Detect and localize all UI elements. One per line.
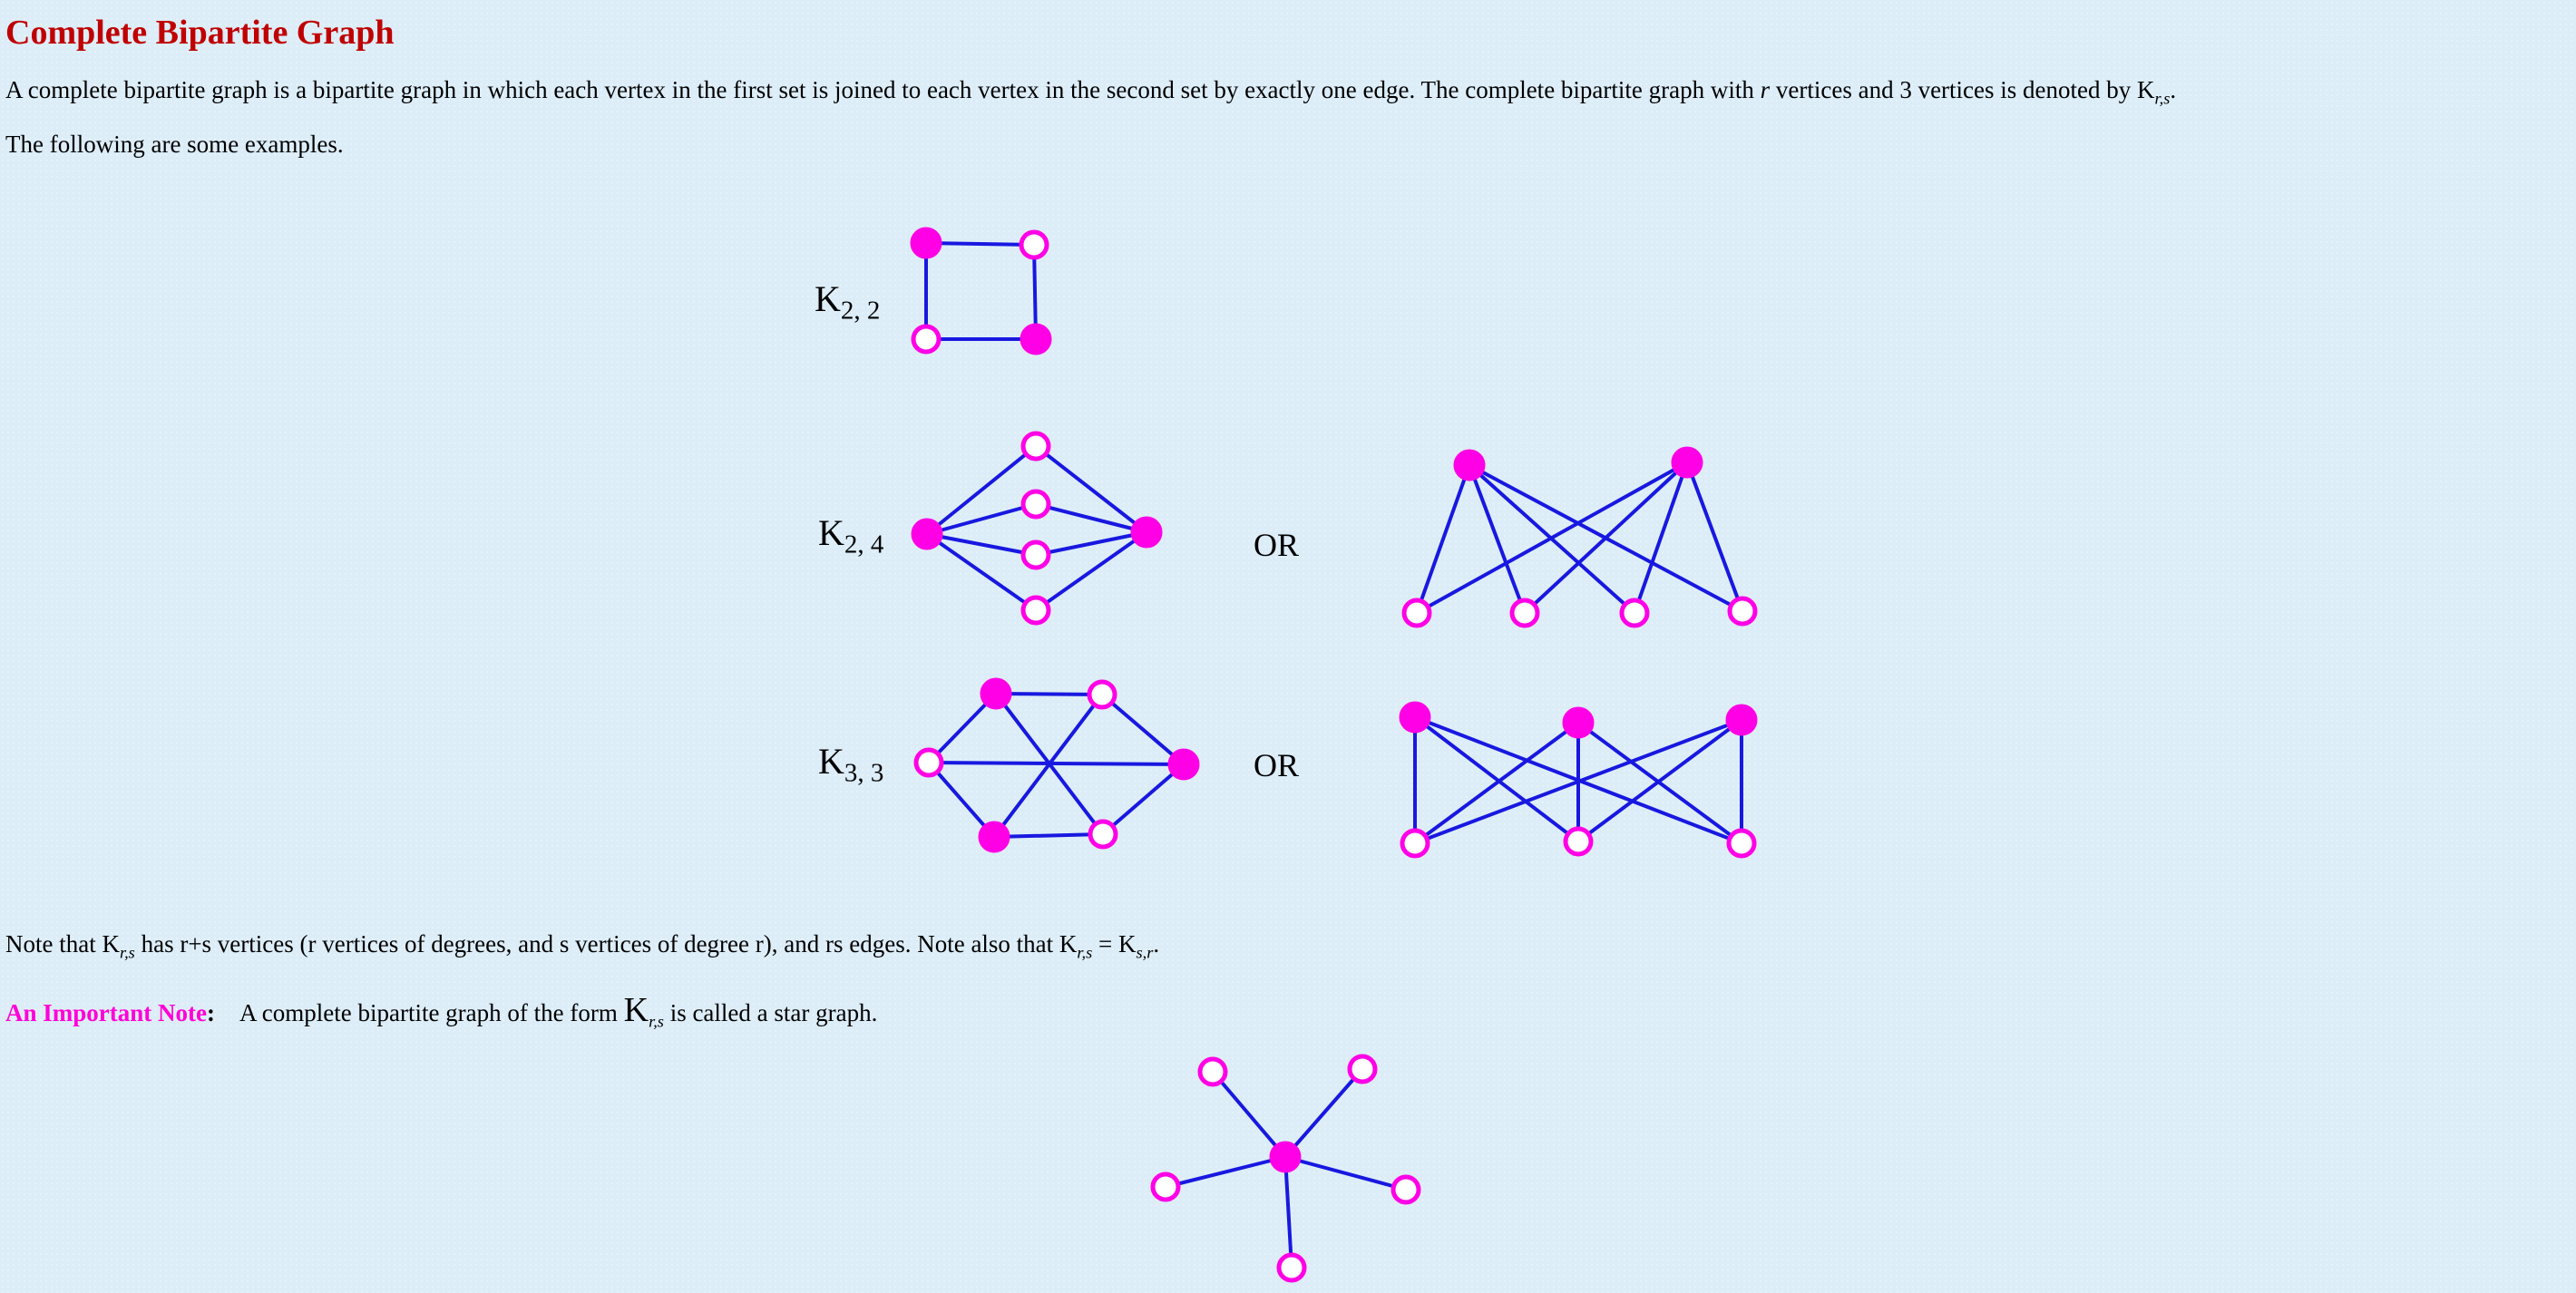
filled-vertex xyxy=(1020,323,1052,355)
hollow-vertex xyxy=(1020,489,1051,520)
important-note-text-2: is called a star graph. xyxy=(663,999,878,1026)
filled-vertex xyxy=(1453,449,1486,481)
graph-k33 xyxy=(913,677,1200,853)
graph-edge xyxy=(928,761,1185,766)
important-note-k: K xyxy=(623,991,649,1029)
note-text-1: Note that K xyxy=(5,930,120,958)
graph-k33-alt xyxy=(1399,701,1758,859)
important-note-colon: : xyxy=(207,999,215,1026)
graph-edge xyxy=(1165,1155,1286,1189)
graph-k22 xyxy=(910,227,1052,355)
note-paragraph: Note that Kr,s has r+s vertices (r verti… xyxy=(5,930,1159,962)
hollow-vertex xyxy=(1726,828,1757,859)
graph-edge xyxy=(1685,462,1744,612)
graph-edge xyxy=(1468,464,1527,614)
hollow-vertex xyxy=(1197,1056,1228,1087)
hollow-vertex xyxy=(1400,828,1430,859)
important-note-label: An Important Note xyxy=(5,999,207,1026)
graph-edge xyxy=(993,832,1104,839)
hollow-vertex xyxy=(1563,826,1594,857)
graph-k24-alt xyxy=(1401,446,1758,628)
graph-edge xyxy=(995,692,1103,696)
note-text-3: = K xyxy=(1092,930,1137,958)
graph-edge xyxy=(1283,1156,1293,1269)
hollow-vertex xyxy=(1509,598,1540,628)
hollow-vertex xyxy=(1727,596,1758,627)
note-text-2: has r+s vertices (r vertices of degrees,… xyxy=(134,930,1078,958)
graph-edge xyxy=(925,241,1035,247)
filled-vertex xyxy=(1725,704,1758,736)
graph-k24 xyxy=(911,431,1163,626)
filled-vertex xyxy=(1399,701,1431,734)
hollow-vertex xyxy=(1150,1171,1181,1202)
hollow-vertex xyxy=(1088,819,1118,850)
graph-edge xyxy=(1283,1067,1364,1159)
important-note-subscript: r,s xyxy=(649,1012,664,1031)
filled-vertex xyxy=(1167,748,1200,781)
graph-edge xyxy=(1416,461,1688,615)
filled-vertex xyxy=(978,821,1010,853)
graph-star xyxy=(1150,1054,1421,1283)
graph-edge xyxy=(1211,1070,1287,1159)
filled-vertex xyxy=(1130,516,1163,549)
graph-edge xyxy=(1101,763,1186,836)
hollow-vertex xyxy=(1020,540,1051,570)
graph-edge xyxy=(1415,464,1471,614)
note-end: . xyxy=(1153,930,1160,958)
hollow-vertex xyxy=(1020,595,1051,626)
hollow-vertex xyxy=(1347,1054,1378,1084)
filled-vertex xyxy=(911,518,943,550)
graph-edge xyxy=(1100,693,1186,766)
note-subscript-3: s,r xyxy=(1136,943,1154,962)
hollow-vertex xyxy=(1401,598,1432,628)
graph-edge xyxy=(992,693,1104,839)
note-subscript-1: r,s xyxy=(119,943,135,962)
filled-vertex xyxy=(910,227,942,259)
hollow-vertex xyxy=(1390,1174,1421,1205)
important-note-text-1: A complete bipartite graph of the form xyxy=(239,999,624,1026)
filled-vertex xyxy=(1671,446,1703,479)
hollow-vertex xyxy=(911,324,942,355)
hollow-vertex xyxy=(913,747,944,778)
filled-vertex xyxy=(1269,1141,1302,1173)
filled-vertex xyxy=(1562,706,1595,739)
hollow-vertex xyxy=(1087,679,1117,710)
filled-vertex xyxy=(980,677,1012,710)
hollow-vertex xyxy=(1020,431,1051,462)
graph-edge xyxy=(1284,1155,1407,1191)
graph-edge xyxy=(1413,715,1580,843)
graph-edge xyxy=(1413,721,1580,845)
hollow-vertex xyxy=(1276,1252,1307,1283)
note-subscript-2: r,s xyxy=(1077,943,1093,962)
hollow-vertex xyxy=(1619,598,1650,628)
hollow-vertex xyxy=(1019,229,1049,260)
important-note-paragraph: An Important Note: A complete bipartite … xyxy=(5,990,877,1031)
graph-drawings xyxy=(910,227,1758,1283)
